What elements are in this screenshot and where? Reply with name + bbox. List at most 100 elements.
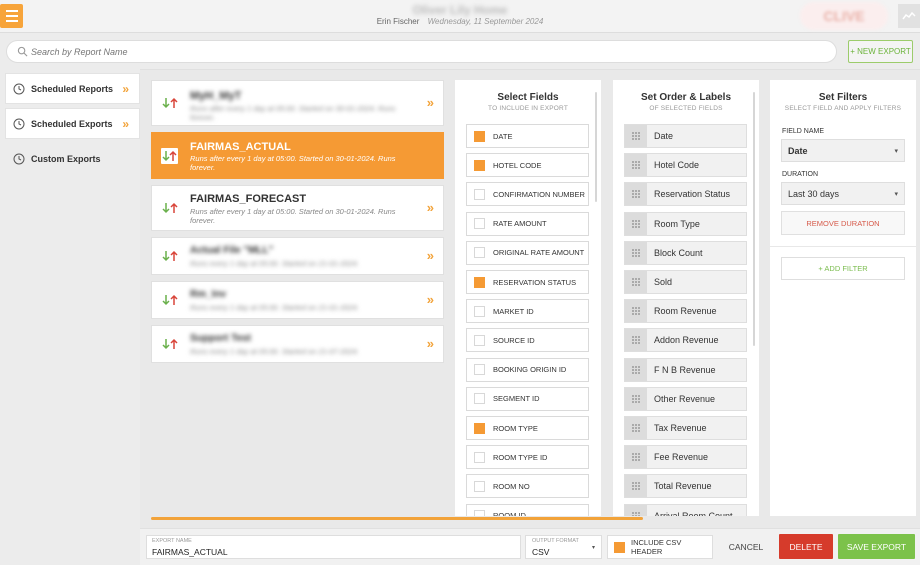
search-input[interactable]	[31, 44, 821, 59]
report-item[interactable]: MyH_MyT Runs after every 1 day at 05:00.…	[151, 80, 444, 126]
field-option[interactable]: ROOM TYPE ID	[466, 445, 589, 470]
sidebar-item-scheduled-reports[interactable]: Scheduled Reports »	[5, 73, 140, 104]
field-checkbox[interactable]	[474, 159, 485, 171]
report-item[interactable]: Rm_Inv Runs every 1 day at 05:00. Starte…	[151, 281, 444, 319]
drag-handle-icon[interactable]	[625, 417, 647, 439]
order-item[interactable]: Total Revenue	[624, 474, 747, 499]
order-item[interactable]: Date	[624, 124, 747, 148]
report-description: Runs after every 1 day at 05:00. Started…	[190, 154, 396, 172]
order-item-label: Reservation Status	[654, 189, 731, 200]
order-item[interactable]: Block Count	[624, 240, 747, 265]
field-option[interactable]: BOOKING ORIGIN ID	[466, 357, 589, 382]
order-item[interactable]: Tax Revenue	[624, 416, 747, 440]
field-checkbox[interactable]	[474, 393, 485, 405]
order-item[interactable]: Fee Revenue	[624, 445, 747, 470]
field-checkbox[interactable]	[474, 276, 485, 288]
field-checkbox[interactable]	[474, 188, 485, 200]
delete-button[interactable]: DELETE	[779, 534, 833, 559]
field-checkbox[interactable]	[474, 305, 485, 317]
order-item[interactable]: Hotel Code	[624, 153, 747, 178]
order-item-label: Fee Revenue	[654, 452, 709, 463]
sidebar-item-scheduled-exports[interactable]: Scheduled Exports »	[5, 108, 140, 139]
drag-handle-icon[interactable]	[625, 183, 647, 206]
order-item[interactable]: Addon Revenue	[624, 328, 747, 353]
scrollbar[interactable]	[753, 92, 755, 346]
add-filter-button[interactable]: + ADD FILTER	[781, 257, 905, 280]
output-format-select[interactable]: OUTPUT FORMAT CSV ▾	[525, 535, 602, 559]
field-option[interactable]: RESERVATION STATUS	[466, 270, 589, 294]
order-item[interactable]: F N B Revenue	[624, 357, 747, 382]
cancel-button[interactable]: CANCEL	[723, 535, 769, 559]
field-option[interactable]: RATE AMOUNT	[466, 211, 589, 236]
field-option[interactable]: DATE	[466, 124, 589, 148]
field-name-select[interactable]: Date ▾	[781, 139, 905, 162]
order-item[interactable]: Reservation Status	[624, 182, 747, 207]
drag-handle-icon[interactable]	[625, 504, 647, 516]
new-export-button[interactable]: + NEW EXPORT	[848, 40, 913, 63]
drag-handle-icon[interactable]	[625, 358, 647, 381]
user-name: Erin Fischer	[376, 17, 420, 26]
drag-handle-icon[interactable]	[625, 446, 647, 469]
drag-handle-icon[interactable]	[625, 125, 647, 147]
field-option[interactable]: CONFIRMATION NUMBER	[466, 182, 589, 207]
export-name-input[interactable]	[152, 546, 512, 558]
drag-handle-icon[interactable]	[625, 154, 647, 177]
field-checkbox[interactable]	[474, 451, 485, 463]
drag-handle-icon[interactable]	[625, 212, 647, 235]
export-name-field[interactable]: EXPORT NAME	[146, 535, 521, 559]
field-option[interactable]: ROOM NO	[466, 474, 589, 499]
order-item[interactable]: Room Revenue	[624, 299, 747, 324]
scrollbar[interactable]	[595, 92, 597, 202]
report-description: Runs every 1 day at 05:00. Started on 21…	[190, 259, 359, 268]
drag-handle-icon[interactable]	[625, 271, 647, 293]
include-csv-header-toggle[interactable]: INCLUDE CSV HEADER	[607, 535, 713, 559]
field-checkbox[interactable]	[474, 247, 485, 259]
order-item[interactable]: Other Revenue	[624, 386, 747, 411]
sidebar-item-label: Custom Exports	[31, 153, 101, 164]
drag-handle-icon[interactable]	[625, 387, 647, 410]
order-item[interactable]: Room Type	[624, 211, 747, 236]
report-item[interactable]: Actual File "MLL" Runs every 1 day at 05…	[151, 237, 444, 275]
order-item[interactable]: Arrival Room Count	[624, 503, 747, 516]
field-option[interactable]: ROOM TYPE	[466, 416, 589, 440]
drag-handle-icon[interactable]	[625, 329, 647, 352]
include-csv-header-checkbox[interactable]	[614, 541, 625, 553]
panel-title: Set Order & Labels	[640, 92, 732, 103]
field-option[interactable]: SEGMENT ID	[466, 386, 589, 411]
order-item-label: F N B Revenue	[654, 364, 716, 375]
field-option[interactable]: ORIGINAL RATE AMOUNT	[466, 240, 589, 265]
drag-handle-icon[interactable]	[625, 300, 647, 323]
field-option[interactable]: MARKET ID	[466, 299, 589, 324]
field-checkbox[interactable]	[474, 130, 485, 142]
field-option[interactable]: ROOM ID	[466, 503, 589, 516]
field-checkbox[interactable]	[474, 480, 485, 492]
field-checkbox[interactable]	[474, 510, 485, 516]
field-checkbox[interactable]	[474, 364, 485, 376]
save-export-button[interactable]: SAVE EXPORT	[838, 534, 915, 559]
report-item[interactable]: FAIRMAS_FORECAST Runs after every 1 day …	[151, 185, 444, 231]
field-option[interactable]: HOTEL CODE	[466, 153, 589, 178]
drag-handle-icon[interactable]	[625, 241, 647, 264]
panel-title: Select Fields	[497, 92, 559, 103]
order-item-label: Total Revenue	[654, 481, 712, 492]
duration-select[interactable]: Last 30 days ▾	[781, 182, 905, 205]
hotel-name: Oliver Lily Home	[412, 3, 508, 17]
horizontal-scroll-indicator[interactable]	[151, 517, 643, 520]
field-option[interactable]: SOURCE ID	[466, 328, 589, 353]
sort-arrows-icon	[162, 202, 178, 214]
report-item[interactable]: Support Test Runs every 1 day at 05:00. …	[151, 325, 444, 363]
field-checkbox[interactable]	[474, 218, 485, 230]
field-checkbox[interactable]	[474, 422, 485, 434]
sidebar-item-custom-exports[interactable]: Custom Exports	[5, 143, 140, 174]
select-fields-panel: Select Fields TO INCLUDE IN EXPORT DATE H…	[455, 80, 601, 516]
sort-arrows-icon	[162, 338, 178, 350]
drag-handle-icon[interactable]	[625, 475, 647, 498]
report-name: Actual File "MLL"	[190, 245, 274, 256]
remove-duration-button[interactable]: REMOVE DURATION	[781, 211, 905, 235]
field-label: BOOKING ORIGIN ID	[493, 365, 567, 375]
sort-arrows-icon	[162, 97, 178, 109]
field-checkbox[interactable]	[474, 334, 485, 346]
activity-icon[interactable]	[898, 4, 920, 28]
report-item-selected[interactable]: FAIRMAS_ACTUAL Runs after every 1 day at…	[151, 132, 444, 179]
order-item[interactable]: Sold	[624, 270, 747, 294]
